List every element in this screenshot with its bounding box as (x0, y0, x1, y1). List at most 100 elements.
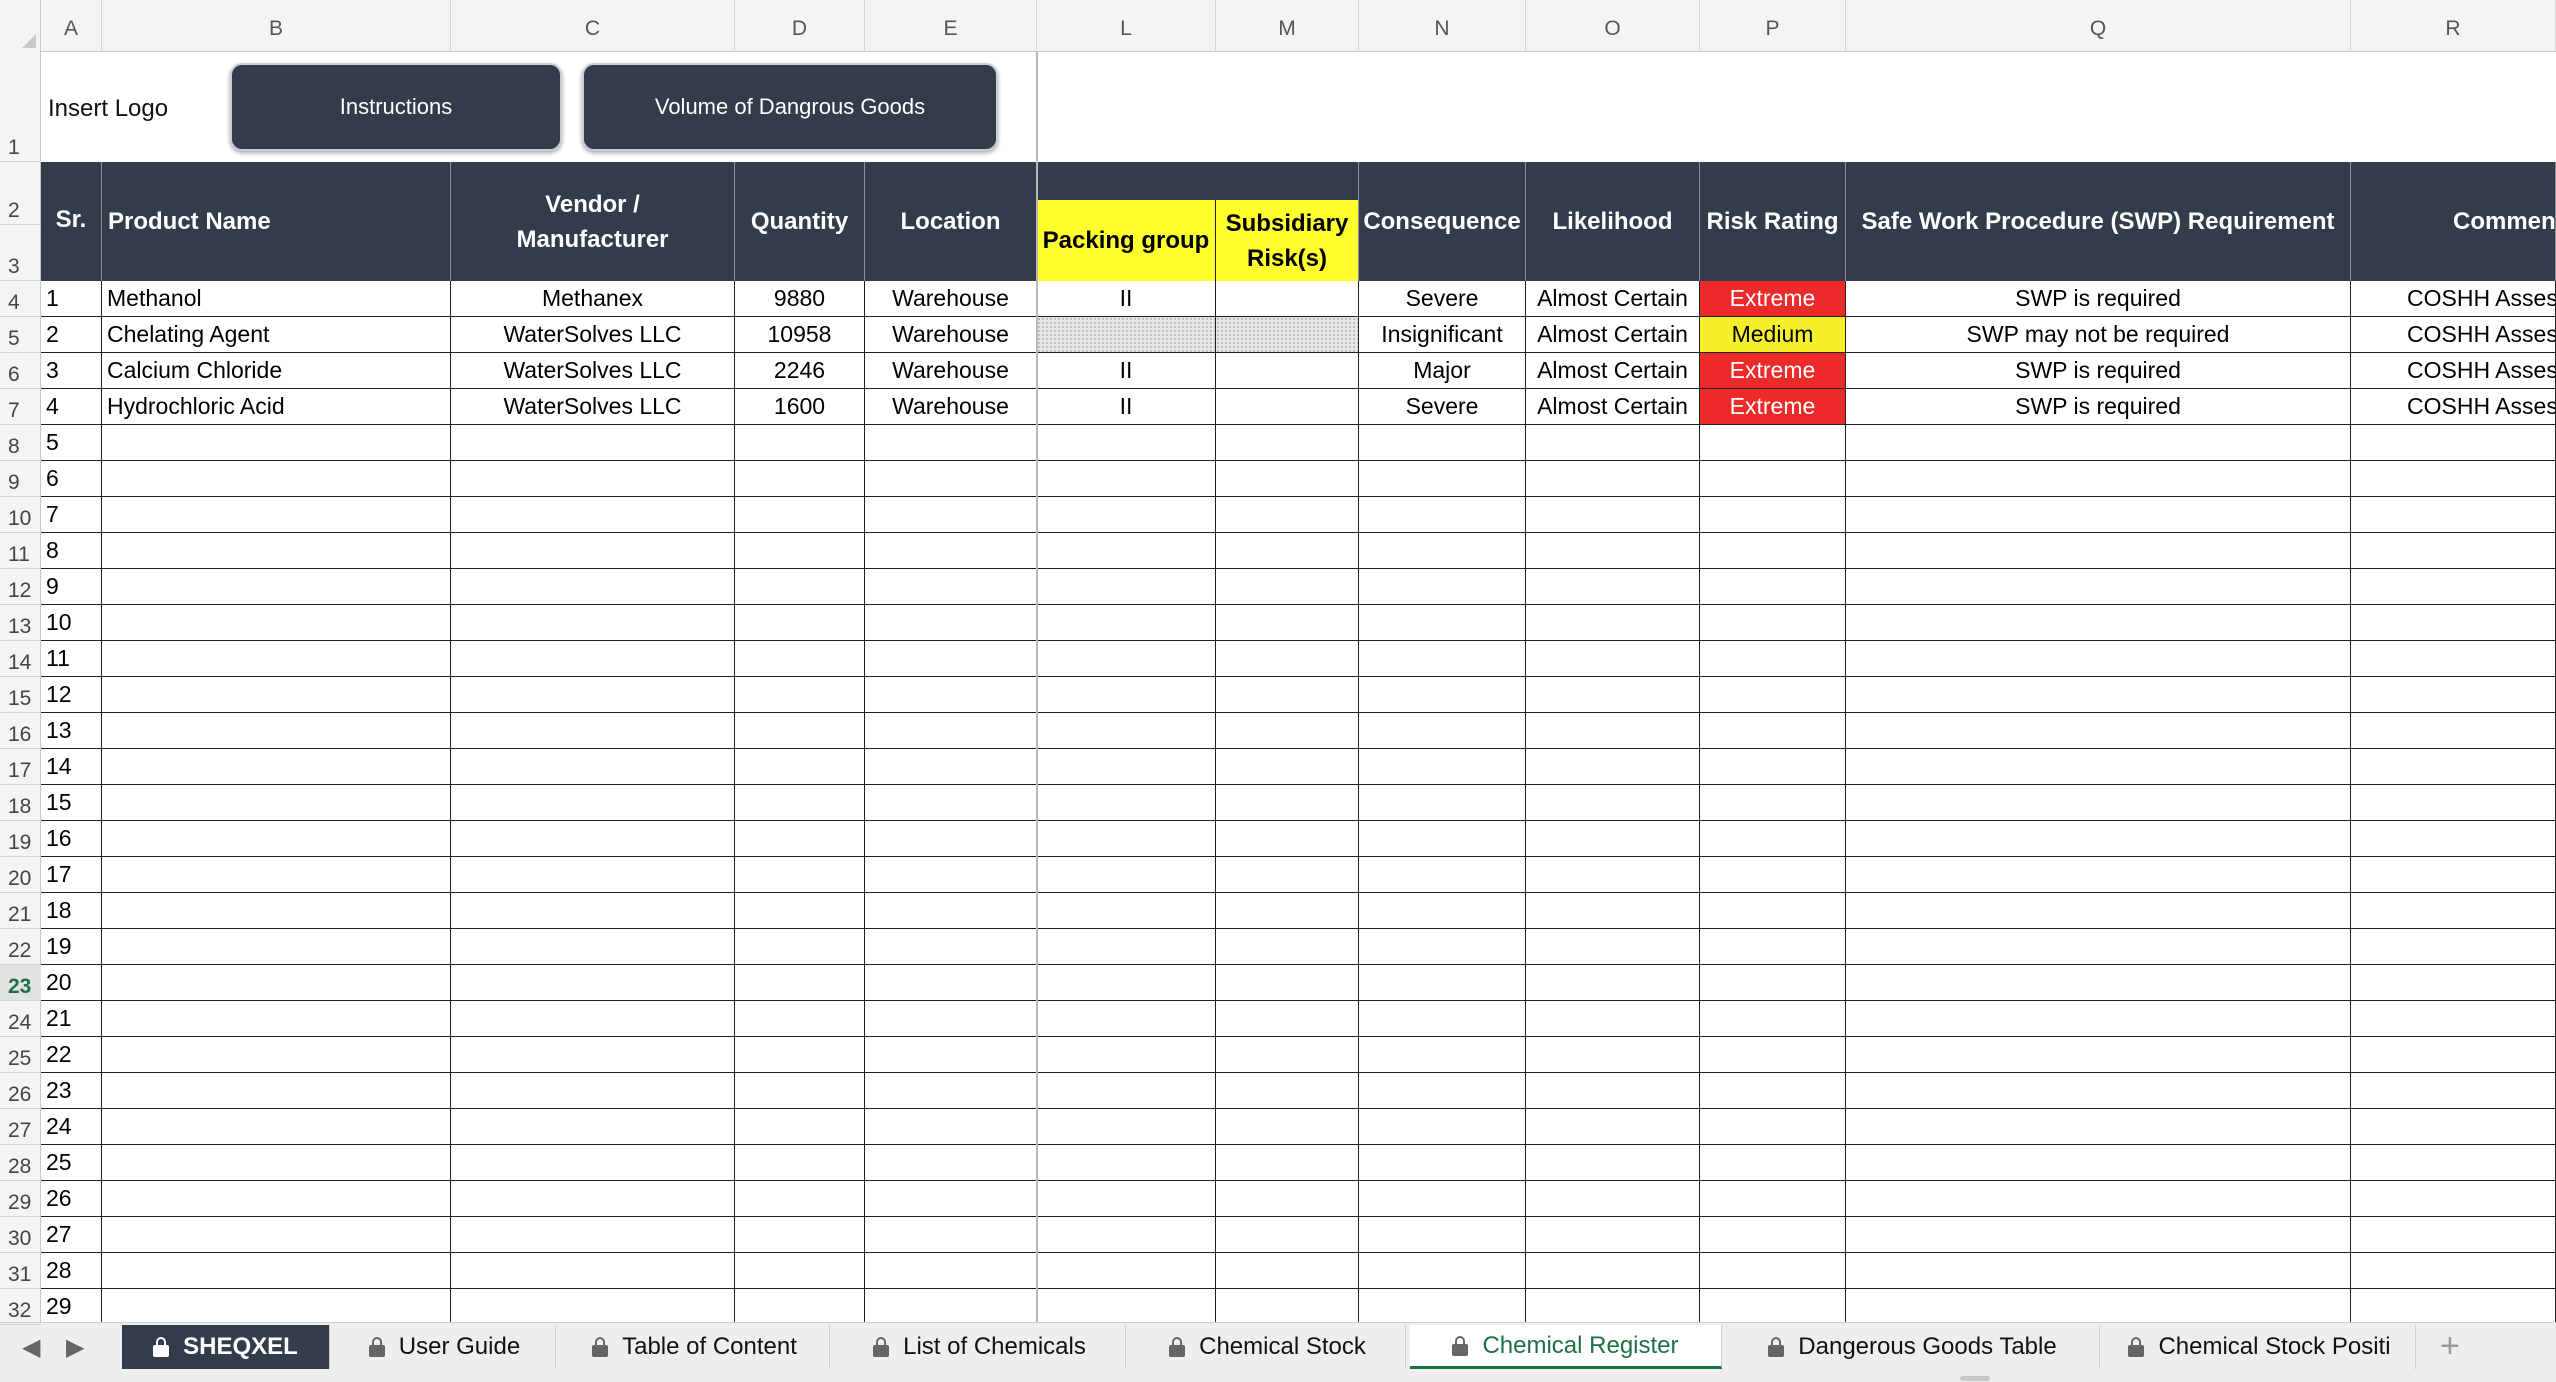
cell-comments[interactable] (2351, 1145, 2556, 1181)
cell-sr[interactable]: 25 (41, 1145, 102, 1181)
cell-consequence[interactable] (1359, 713, 1526, 749)
cell-risk[interactable] (1700, 1037, 1846, 1073)
row-header-25[interactable]: 25 (0, 1037, 41, 1073)
cell-consequence[interactable] (1359, 569, 1526, 605)
cell-vendor[interactable] (451, 569, 735, 605)
cell-swp[interactable] (1846, 1181, 2351, 1217)
cell-subsidiary[interactable] (1216, 965, 1359, 1001)
cell-vendor[interactable] (451, 533, 735, 569)
cell-location[interactable] (865, 713, 1037, 749)
cell-risk[interactable]: Medium (1700, 317, 1846, 353)
quantity-header[interactable]: Quantity (735, 162, 865, 281)
cell-swp[interactable] (1846, 785, 2351, 821)
cell-consequence[interactable] (1359, 857, 1526, 893)
cell-comments[interactable]: COSHH Assessm (2351, 317, 2556, 353)
row-header-26[interactable]: 26 (0, 1073, 41, 1109)
cell-location[interactable] (865, 605, 1037, 641)
cell-location[interactable] (865, 965, 1037, 1001)
cell-quantity[interactable] (735, 749, 865, 785)
cell-comments[interactable] (2351, 497, 2556, 533)
cell-risk[interactable] (1700, 641, 1846, 677)
cell-product[interactable] (102, 965, 451, 1001)
cell-quantity[interactable] (735, 533, 865, 569)
cell-consequence[interactable] (1359, 749, 1526, 785)
cell-vendor[interactable] (451, 857, 735, 893)
cell-quantity[interactable] (735, 1037, 865, 1073)
cell-sr[interactable]: 20 (41, 965, 102, 1001)
cell-consequence[interactable]: Severe (1359, 389, 1526, 425)
cell-subsidiary[interactable] (1216, 1109, 1359, 1145)
cell-swp[interactable] (1846, 677, 2351, 713)
cell-subsidiary[interactable] (1216, 569, 1359, 605)
cell-sr[interactable]: 10 (41, 605, 102, 641)
cell-location[interactable] (865, 1217, 1037, 1253)
cell-product[interactable]: Calcium Chloride (102, 353, 451, 389)
likelihood-header[interactable]: Likelihood (1526, 162, 1700, 281)
row-header-23[interactable]: 23 (0, 965, 41, 1001)
cell-likelihood[interactable] (1526, 893, 1700, 929)
cell-packing[interactable] (1037, 1181, 1216, 1217)
column-header-q[interactable]: Q (1846, 0, 2351, 52)
cell-sr[interactable]: 2 (41, 317, 102, 353)
cell-swp[interactable] (1846, 1109, 2351, 1145)
cell-vendor[interactable] (451, 749, 735, 785)
cell-vendor[interactable] (451, 1037, 735, 1073)
cell-risk[interactable] (1700, 569, 1846, 605)
cell-likelihood[interactable] (1526, 533, 1700, 569)
cell-consequence[interactable] (1359, 821, 1526, 857)
cell-comments[interactable]: COSHH Assessm (2351, 353, 2556, 389)
cell-vendor[interactable] (451, 461, 735, 497)
cell-vendor[interactable] (451, 641, 735, 677)
cell-product[interactable] (102, 533, 451, 569)
cell-swp[interactable]: SWP may not be required (1846, 317, 2351, 353)
cell-product[interactable] (102, 497, 451, 533)
cell-sr[interactable]: 13 (41, 713, 102, 749)
cell-packing[interactable] (1037, 857, 1216, 893)
cell-subsidiary[interactable] (1216, 1181, 1359, 1217)
row-header-30[interactable]: 30 (0, 1217, 41, 1253)
cell-quantity[interactable] (735, 605, 865, 641)
cell-risk[interactable] (1700, 749, 1846, 785)
cell-likelihood[interactable] (1526, 677, 1700, 713)
cell-quantity[interactable] (735, 1109, 865, 1145)
cell-quantity[interactable] (735, 1073, 865, 1109)
cell-swp[interactable] (1846, 1253, 2351, 1289)
cell-subsidiary[interactable] (1216, 281, 1359, 317)
row-header-18[interactable]: 18 (0, 785, 41, 821)
consequence-header[interactable]: Consequence (1359, 162, 1526, 281)
cell-likelihood[interactable] (1526, 1001, 1700, 1037)
cell-packing[interactable] (1037, 641, 1216, 677)
row-header-28[interactable]: 28 (0, 1145, 41, 1181)
cell-swp[interactable]: SWP is required (1846, 353, 2351, 389)
cell-sr[interactable]: 27 (41, 1217, 102, 1253)
cell-quantity[interactable] (735, 497, 865, 533)
risk-rating-header[interactable]: Risk Rating (1700, 162, 1846, 281)
cell-swp[interactable] (1846, 965, 2351, 1001)
cell-product[interactable] (102, 821, 451, 857)
cell-vendor[interactable] (451, 1145, 735, 1181)
cell-location[interactable] (865, 569, 1037, 605)
sheet-tab-sheqxel[interactable]: SHEQXEL (122, 1325, 330, 1369)
cell-sr[interactable]: 16 (41, 821, 102, 857)
cell-location[interactable]: Warehouse (865, 281, 1037, 317)
cell-subsidiary[interactable] (1216, 749, 1359, 785)
row-header-11[interactable]: 11 (0, 533, 41, 569)
cell-comments[interactable] (2351, 821, 2556, 857)
cell-packing[interactable]: II (1037, 281, 1216, 317)
cell-risk[interactable] (1700, 713, 1846, 749)
cell-subsidiary[interactable] (1216, 893, 1359, 929)
cell-packing[interactable] (1037, 749, 1216, 785)
row-header-7[interactable]: 7 (0, 389, 41, 425)
cell-subsidiary[interactable] (1216, 533, 1359, 569)
cell-sr[interactable]: 18 (41, 893, 102, 929)
row-header-27[interactable]: 27 (0, 1109, 41, 1145)
cell-packing[interactable] (1037, 1145, 1216, 1181)
horizontal-scrollbar[interactable] (1960, 1376, 1990, 1381)
cell-likelihood[interactable] (1526, 1037, 1700, 1073)
cell-quantity[interactable] (735, 893, 865, 929)
cell-quantity[interactable] (735, 857, 865, 893)
cell-packing[interactable] (1037, 1073, 1216, 1109)
cell-vendor[interactable]: Methanex (451, 281, 735, 317)
cell-likelihood[interactable] (1526, 785, 1700, 821)
cell-location[interactable] (865, 1109, 1037, 1145)
